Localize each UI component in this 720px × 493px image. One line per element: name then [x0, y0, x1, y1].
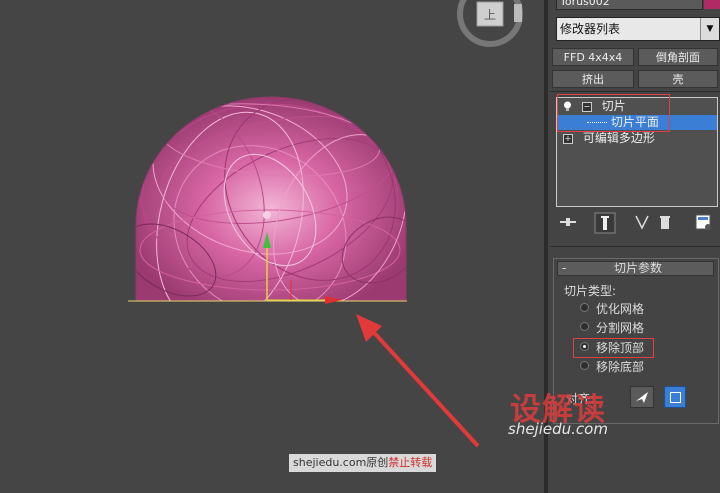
modifier-list-dropdown[interactable]: 修改器列表 ▼	[556, 17, 720, 41]
stack-item-label: 可编辑多边形	[582, 131, 655, 145]
highlight-box-stack	[557, 94, 670, 132]
watermark-tag-site: shejiedu.com原创	[293, 456, 389, 469]
shell-button[interactable]: 壳	[638, 70, 718, 88]
expand-icon[interactable]: +	[563, 133, 573, 144]
highlight-box-option	[573, 338, 654, 358]
viewport[interactable]: 上 shejiedu.com原创禁止转载	[0, 0, 544, 493]
option-label: 分割网格	[596, 321, 645, 335]
align-to-face-button[interactable]	[630, 386, 654, 408]
align-to-view-button[interactable]	[664, 386, 686, 408]
radio-refine-mesh[interactable]	[580, 303, 589, 312]
radio-split-mesh[interactable]	[580, 322, 589, 331]
watermark-tag-note: 禁止转载	[388, 456, 433, 469]
option-label: 移除底部	[596, 360, 645, 374]
ffd-button[interactable]: FFD 4x4x4	[552, 48, 634, 66]
chevron-down-icon: ▼	[700, 18, 719, 40]
slice-type-label: 切片类型:	[564, 284, 617, 298]
slice-params-header[interactable]: - 切片参数	[557, 261, 714, 276]
watermark-tag: shejiedu.com原创禁止转载	[289, 454, 437, 472]
object-color-swatch[interactable]	[704, 0, 720, 9]
stack-item-editable-poly[interactable]: + 可编辑多边形	[563, 131, 655, 146]
make-unique-icon[interactable]	[634, 212, 650, 234]
chamfer-section-button[interactable]: 倒角剖面	[638, 48, 718, 66]
viewcube-label: 上	[484, 8, 496, 22]
option-label: 优化网格	[596, 302, 645, 316]
pin-stack-icon[interactable]	[558, 212, 578, 234]
slice-params-title: 切片参数	[614, 261, 663, 275]
object-name-field[interactable]: Torus002	[556, 0, 703, 10]
square-icon	[670, 392, 681, 403]
annotation-arrow	[356, 314, 480, 448]
remove-modifier-icon[interactable]	[658, 212, 672, 234]
yarn-ball[interactable]	[112, 66, 433, 349]
show-end-result-icon[interactable]	[594, 212, 616, 234]
viewcube[interactable]: 上	[457, 0, 523, 47]
panel-separator	[550, 91, 720, 92]
configure-modifier-sets-icon[interactable]	[694, 212, 714, 234]
modifier-list-label: 修改器列表	[560, 22, 621, 36]
arrow-cursor-icon	[636, 392, 648, 403]
panel-separator	[550, 246, 720, 247]
collapse-rollout-icon[interactable]: -	[562, 262, 566, 275]
watermark-url: shejiedu.com	[508, 420, 608, 438]
extrude-button[interactable]: 挤出	[552, 70, 634, 88]
radio-remove-bottom[interactable]	[580, 361, 589, 370]
viewport-canvas: 上	[112, 0, 523, 448]
